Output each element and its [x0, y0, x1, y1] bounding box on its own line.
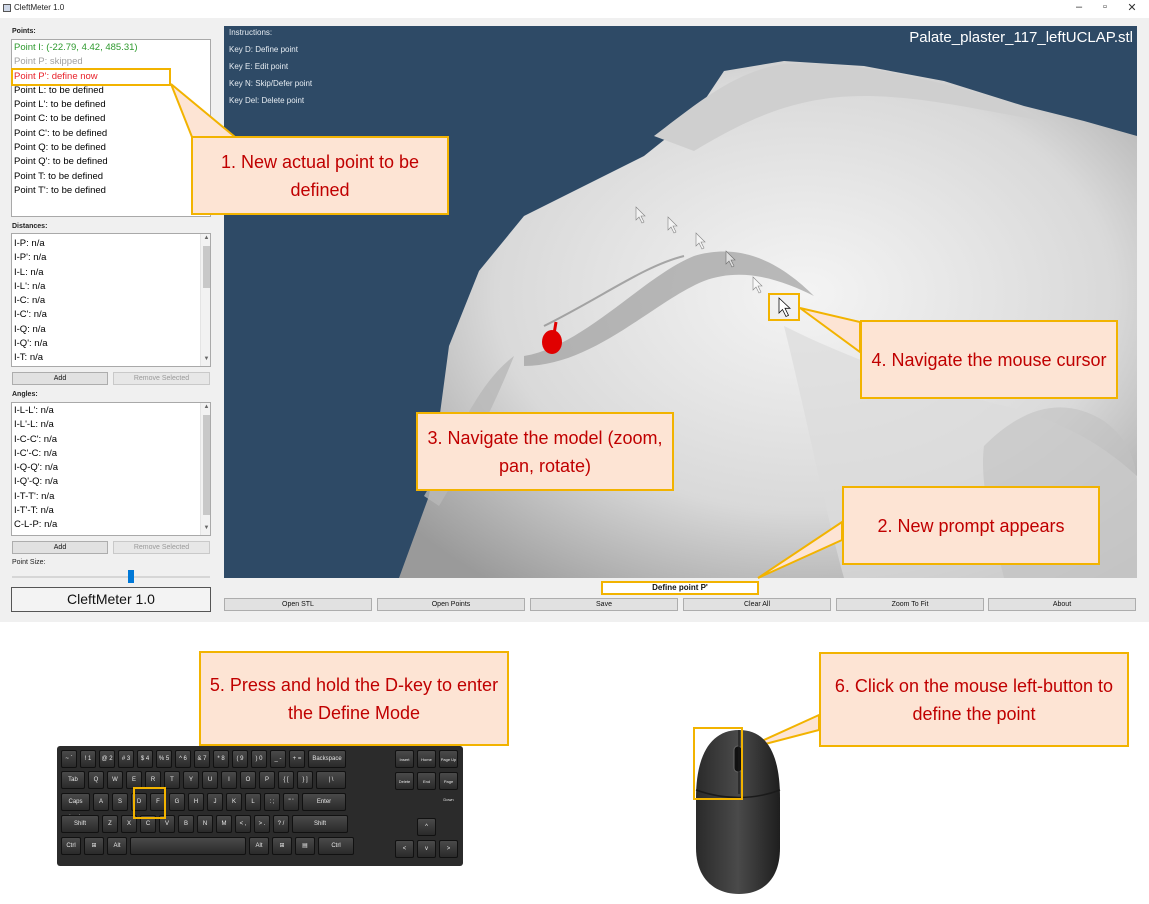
key: Page Up — [439, 750, 458, 768]
key: L — [245, 793, 261, 811]
callout-2: 2. New prompt appears — [842, 486, 1100, 565]
key: : ; — [264, 793, 280, 811]
key: Ctrl — [318, 837, 354, 855]
key: Z — [102, 815, 118, 833]
key: W — [107, 771, 123, 789]
key: Caps Lock — [61, 793, 90, 821]
key: B — [178, 815, 194, 833]
key: < , — [235, 815, 251, 833]
arrow-key: < — [395, 840, 414, 858]
key: Enter — [302, 793, 346, 811]
key: $ 4 — [137, 750, 153, 768]
key: J — [207, 793, 223, 811]
key: N — [197, 815, 213, 833]
d-key-highlight-box — [133, 787, 166, 819]
key: " ' — [283, 793, 299, 811]
arrow-key: v — [417, 840, 436, 858]
key: Q — [88, 771, 104, 789]
key: & 7 — [194, 750, 210, 768]
key: Insert — [395, 750, 414, 768]
key: ~ ` — [61, 750, 77, 768]
key: Y — [183, 771, 199, 789]
callout-5: 5. Press and hold the D-key to enter the… — [199, 651, 509, 746]
key: + = — [289, 750, 305, 768]
key — [130, 837, 246, 855]
key: Page Down — [439, 772, 458, 802]
key: } ] — [297, 771, 313, 789]
key: A — [93, 793, 109, 811]
key: Tab — [61, 771, 85, 789]
key: Delete — [395, 772, 414, 790]
key: ▤ — [295, 837, 315, 855]
key: End — [417, 772, 436, 790]
callout-3: 3. Navigate the model (zoom, pan, rotate… — [416, 412, 674, 491]
key: Shift — [292, 815, 348, 833]
key: ( 9 — [232, 750, 248, 768]
key: I — [221, 771, 237, 789]
key: * 8 — [213, 750, 229, 768]
key: _ - — [270, 750, 286, 768]
callout-6: 6. Click on the mouse left-button to def… — [819, 652, 1129, 747]
key: H — [188, 793, 204, 811]
callout-4: 4. Navigate the mouse cursor — [860, 320, 1118, 399]
key: ! 1 — [80, 750, 96, 768]
key: > . — [254, 815, 270, 833]
key: ⊞ — [272, 837, 292, 855]
key: Ctrl — [61, 837, 81, 855]
key: @ 2 — [99, 750, 115, 768]
key: { [ — [278, 771, 294, 789]
key: U — [202, 771, 218, 789]
key: ) 0 — [251, 750, 267, 768]
key: T — [164, 771, 180, 789]
key: # 3 — [118, 750, 134, 768]
key: ^ 6 — [175, 750, 191, 768]
key: G — [169, 793, 185, 811]
key: Home — [417, 750, 436, 768]
arrow-key: > — [439, 840, 458, 858]
arrow-key: ^ — [417, 818, 436, 836]
key: P — [259, 771, 275, 789]
key: M — [216, 815, 232, 833]
key: ? / — [273, 815, 289, 833]
key: S — [112, 793, 128, 811]
keyboard-illustration: ~ `! 1 @ 2 # 3 $ 4% 5 ^ 6 & 7 * 8( 9) 0 _ - + = B… — [57, 746, 463, 866]
key: | \ — [316, 771, 346, 789]
callout-1: 1. New actual point to be defined — [191, 136, 449, 215]
key: Backspace — [308, 750, 346, 768]
key: ⊞ — [84, 837, 104, 855]
key: Alt — [107, 837, 127, 855]
key: O — [240, 771, 256, 789]
left-button-highlight-box — [693, 727, 743, 800]
key: Shift — [61, 815, 99, 833]
key: % 5 — [156, 750, 172, 768]
key: Alt — [249, 837, 269, 855]
key: K — [226, 793, 242, 811]
